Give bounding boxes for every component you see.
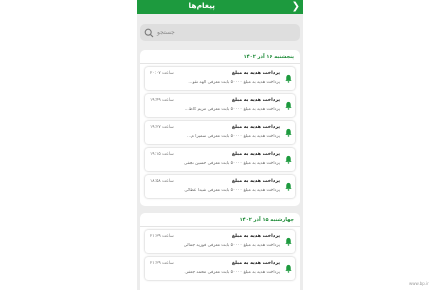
search-bar[interactable]: جستجو	[140, 24, 300, 41]
message-time: ساعت ۲۱:۳۹	[150, 234, 174, 239]
date-group-card: چهارشنبه ۱۵ آذر ۱۴۰۲ پرداخت هدیه به مبلغ…	[140, 213, 300, 290]
message-title: پرداخت هدیه به مبلغ	[231, 234, 280, 239]
group-date: پنجشنبه ۱۶ آذر ۱۴۰۲	[243, 54, 294, 60]
message-item[interactable]: پرداخت هدیه به مبلغ پرداخت هدیه به مبلغ …	[145, 148, 295, 171]
bell-icon	[285, 237, 292, 246]
watermark: www.bp.ir	[409, 281, 429, 286]
group-date: چهارشنبه ۱۵ آذر ۱۴۰۲	[239, 217, 294, 223]
message-body: پرداخت هدیه به مبلغ ۵۰۰۰۰ بابت معرفی فوز…	[184, 243, 280, 248]
message-body: پرداخت هدیه به مبلغ ۵۰۰۰۰ بابت معرفی شید…	[184, 188, 280, 193]
message-body: پرداخت هدیه به مبلغ ۵۰۰۰۰ بابت معرفی اله…	[188, 80, 280, 85]
bell-icon	[285, 155, 292, 164]
message-item[interactable]: پرداخت هدیه به مبلغ پرداخت هدیه به مبلغ …	[145, 67, 295, 90]
bell-icon	[285, 182, 292, 191]
message-time: ساعت ۲۱:۲۹	[150, 261, 174, 266]
date-group-card: پنجشنبه ۱۶ آذر ۱۴۰۲ پرداخت هدیه به مبلغ …	[140, 50, 300, 206]
message-time: ساعت ۱۹:۱۵	[150, 152, 174, 157]
chevron-right-icon[interactable]: ❯	[292, 0, 300, 13]
divider	[140, 63, 300, 64]
message-item[interactable]: پرداخت هدیه به مبلغ پرداخت هدیه به مبلغ …	[145, 230, 295, 253]
top-bar: پیغام‌ها ❯	[137, 0, 303, 14]
search-input[interactable]: جستجو	[157, 29, 175, 36]
message-body: پرداخت هدیه به مبلغ ۵۰۰۰۰ بابت معرفی سمی…	[187, 134, 280, 139]
divider	[140, 226, 300, 227]
message-title: پرداخت هدیه به مبلغ	[231, 152, 280, 157]
message-time: ساعت ۱۹:۴۹	[150, 98, 174, 103]
bell-icon	[285, 74, 292, 83]
message-body: پرداخت هدیه به مبلغ ۵۰۰۰۰ بابت معرفی مری…	[184, 107, 280, 112]
message-item[interactable]: پرداخت هدیه به مبلغ پرداخت هدیه به مبلغ …	[145, 121, 295, 144]
message-time: ساعت ۲۰:۰۷	[150, 71, 174, 76]
bell-icon	[285, 101, 292, 110]
message-title: پرداخت هدیه به مبلغ	[231, 71, 280, 76]
message-body: پرداخت هدیه به مبلغ ۵۰۰۰۰ بابت معرفی محم…	[184, 270, 280, 275]
message-title: پرداخت هدیه به مبلغ	[231, 261, 280, 266]
message-time: ساعت ۱۸:۵۸	[150, 179, 174, 184]
page-title: پیغام‌ها	[188, 1, 215, 10]
message-title: پرداخت هدیه به مبلغ	[231, 98, 280, 103]
message-item[interactable]: پرداخت هدیه به مبلغ پرداخت هدیه به مبلغ …	[145, 257, 295, 280]
message-body: پرداخت هدیه به مبلغ ۵۰۰۰۰ بابت معرفی حسی…	[184, 161, 280, 166]
message-title: پرداخت هدیه به مبلغ	[231, 179, 280, 184]
app-screen: پیغام‌ها ❯ جستجو پنجشنبه ۱۶ آذر ۱۴۰۲ پرد…	[137, 0, 303, 290]
message-item[interactable]: پرداخت هدیه به مبلغ پرداخت هدیه به مبلغ …	[145, 94, 295, 117]
bell-icon	[285, 264, 292, 273]
search-icon	[144, 28, 154, 38]
message-title: پرداخت هدیه به مبلغ	[231, 125, 280, 130]
message-item[interactable]: پرداخت هدیه به مبلغ پرداخت هدیه به مبلغ …	[145, 175, 295, 198]
bell-icon	[285, 128, 292, 137]
message-time: ساعت ۱۹:۲۷	[150, 125, 174, 130]
